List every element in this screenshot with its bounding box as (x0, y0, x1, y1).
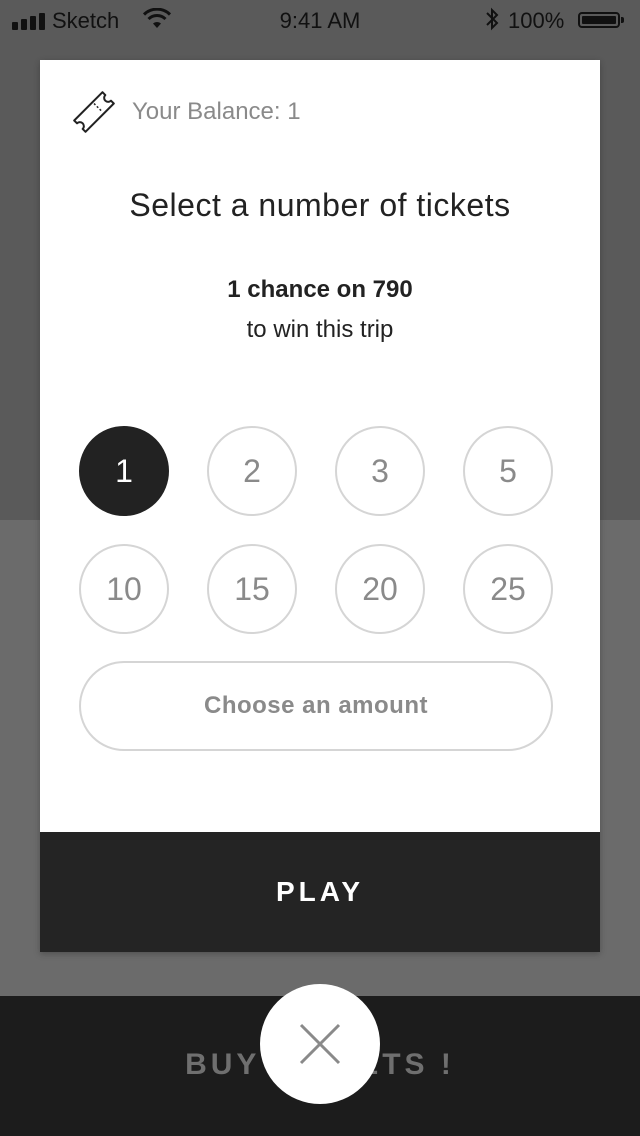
status-bar: Sketch 9:41 AM 100% (0, 0, 640, 40)
ticket-options-grid: 1 2 3 5 10 15 20 25 (79, 426, 553, 634)
battery-icon (578, 12, 624, 28)
modal-title: Select a number of tickets (129, 187, 511, 223)
bluetooth-icon (484, 7, 500, 37)
ticket-option[interactable]: 1 (79, 426, 169, 516)
ticket-option[interactable]: 5 (463, 426, 553, 516)
choose-amount-button[interactable]: Choose an amount (79, 661, 553, 751)
play-button[interactable]: PLAY (40, 832, 600, 952)
chance-text: 1 chance on 790 (227, 276, 413, 303)
ticket-option[interactable]: 25 (463, 544, 553, 634)
ticket-option[interactable]: 15 (207, 544, 297, 634)
battery-percent: 100% (508, 8, 565, 33)
chance-subtext: to win this trip (246, 316, 394, 343)
ticket-option[interactable]: 20 (335, 544, 425, 634)
close-icon (299, 1023, 341, 1065)
balance-row: Your Balance: 1 (70, 88, 301, 136)
play-label: PLAY (275, 876, 365, 907)
balance-label: Your Balance: 1 (132, 98, 301, 125)
ticket-selection-modal: Your Balance: 1 Select a number of ticke… (40, 60, 600, 952)
ticket-icon (73, 91, 115, 133)
close-button[interactable] (260, 984, 380, 1104)
ticket-option[interactable]: 10 (79, 544, 169, 634)
ticket-option[interactable]: 2 (207, 426, 297, 516)
ticket-option[interactable]: 3 (335, 426, 425, 516)
